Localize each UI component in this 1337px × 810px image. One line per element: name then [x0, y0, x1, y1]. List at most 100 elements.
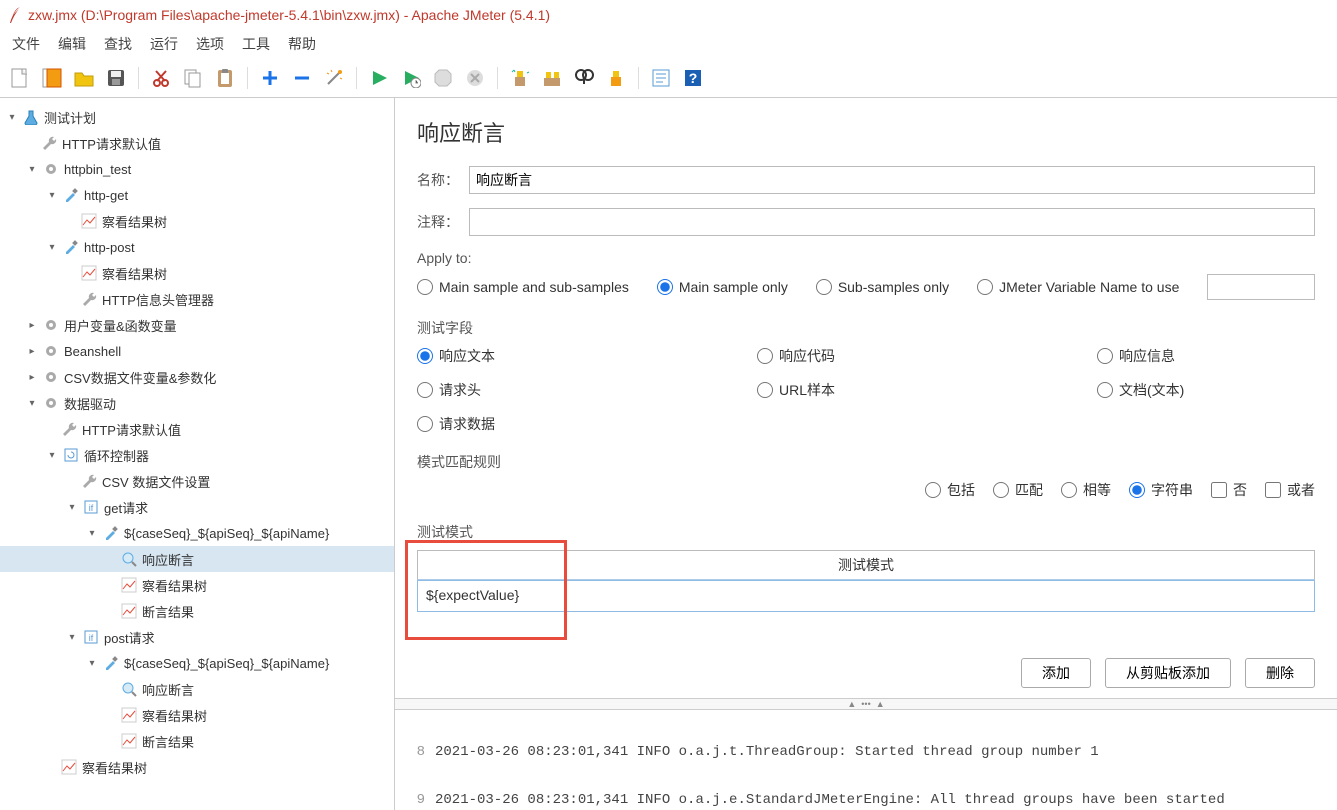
- menu-search[interactable]: 查找: [96, 30, 140, 58]
- minus-icon[interactable]: [288, 64, 316, 92]
- save-icon[interactable]: [102, 64, 130, 92]
- field-request-headers[interactable]: 请求头: [417, 380, 757, 400]
- new-icon[interactable]: [6, 64, 34, 92]
- field-document[interactable]: 文档(文本): [1097, 380, 1315, 400]
- tree-http-post[interactable]: ▾http-post: [0, 234, 394, 260]
- tree-get-request[interactable]: ▾ifget请求: [0, 494, 394, 520]
- run-notimer-icon[interactable]: [397, 64, 425, 92]
- tree-http-get[interactable]: ▾http-get: [0, 182, 394, 208]
- chevron-down-icon[interactable]: ▾: [84, 658, 100, 669]
- tree-result-tree-5[interactable]: 察看结果树: [0, 754, 394, 780]
- pattern-cell[interactable]: ${expectValue}: [417, 580, 1315, 612]
- tree-assert-results-1[interactable]: 断言结果: [0, 598, 394, 624]
- tree-csv-vars[interactable]: ▸CSV数据文件变量&参数化: [0, 364, 394, 390]
- match-matches[interactable]: 匹配: [993, 480, 1043, 500]
- tree-pane[interactable]: ▾测试计划 HTTP请求默认值 ▾httpbin_test ▾http-get …: [0, 98, 395, 810]
- menu-edit[interactable]: 编辑: [50, 30, 94, 58]
- field-url-sample[interactable]: URL样本: [757, 380, 1097, 400]
- menu-tools[interactable]: 工具: [234, 30, 278, 58]
- if-icon: if: [82, 498, 100, 516]
- match-contains[interactable]: 包括: [925, 480, 975, 500]
- field-response-code[interactable]: 响应代码: [757, 346, 1097, 366]
- help-icon[interactable]: ?: [679, 64, 707, 92]
- beaker-icon: [22, 108, 40, 126]
- chevron-down-icon[interactable]: ▾: [44, 190, 60, 201]
- shutdown-icon[interactable]: [461, 64, 489, 92]
- paste-button[interactable]: 从剪贴板添加: [1105, 658, 1231, 688]
- tree-response-assertion-2[interactable]: 响应断言: [0, 676, 394, 702]
- tree-beanshell[interactable]: ▸Beanshell: [0, 338, 394, 364]
- reset-search-icon[interactable]: [602, 64, 630, 92]
- search-icon[interactable]: [570, 64, 598, 92]
- tree-httpbin[interactable]: ▾httpbin_test: [0, 156, 394, 182]
- tree-result-tree-1[interactable]: 察看结果树: [0, 208, 394, 234]
- chart-icon: [120, 732, 138, 750]
- name-input[interactable]: [469, 166, 1315, 194]
- log-area[interactable]: 82021-03-26 08:23:01,341 INFO o.a.j.t.Th…: [395, 710, 1337, 810]
- delete-button[interactable]: 删除: [1245, 658, 1315, 688]
- chevron-down-icon[interactable]: ▾: [4, 112, 20, 123]
- tree-header-manager[interactable]: HTTP信息头管理器: [0, 286, 394, 312]
- run-icon[interactable]: [365, 64, 393, 92]
- tree-assert-results-2[interactable]: 断言结果: [0, 728, 394, 754]
- function-helper-icon[interactable]: [647, 64, 675, 92]
- chevron-right-icon[interactable]: ▸: [24, 320, 40, 331]
- match-equals[interactable]: 相等: [1061, 480, 1111, 500]
- chevron-right-icon[interactable]: ▸: [24, 346, 40, 357]
- clear-icon[interactable]: [506, 64, 534, 92]
- chevron-down-icon[interactable]: ▾: [84, 528, 100, 539]
- field-response-message[interactable]: 响应信息: [1097, 346, 1315, 366]
- match-rule-group: 包括 匹配 相等 字符串 否 或者: [417, 480, 1315, 500]
- tree-response-assertion-1[interactable]: 响应断言: [0, 546, 394, 572]
- chart-icon: [120, 576, 138, 594]
- jmeter-var-input[interactable]: [1207, 274, 1315, 300]
- tree-test-plan[interactable]: ▾测试计划: [0, 104, 394, 130]
- tree-result-tree-4[interactable]: 察看结果树: [0, 702, 394, 728]
- open-icon[interactable]: [70, 64, 98, 92]
- tree-data-driven[interactable]: ▾数据驱动: [0, 390, 394, 416]
- tree-http-defaults-1[interactable]: HTTP请求默认值: [0, 130, 394, 156]
- tree-result-tree-3[interactable]: 察看结果树: [0, 572, 394, 598]
- tree-case-get[interactable]: ▾${caseSeq}_${apiSeq}_${apiName}: [0, 520, 394, 546]
- apply-sub-only[interactable]: Sub-samples only: [816, 279, 949, 295]
- tree-uservars[interactable]: ▸用户变量&函数变量: [0, 312, 394, 338]
- plus-icon[interactable]: [256, 64, 284, 92]
- apply-jmeter-var[interactable]: JMeter Variable Name to use: [977, 279, 1179, 295]
- chevron-down-icon[interactable]: ▾: [24, 398, 40, 409]
- menu-run[interactable]: 运行: [142, 30, 186, 58]
- log-splitter[interactable]: ▲ ••• ▲: [395, 698, 1337, 710]
- clear-all-icon[interactable]: [538, 64, 566, 92]
- tree-case-post[interactable]: ▾${caseSeq}_${apiSeq}_${apiName}: [0, 650, 394, 676]
- copy-icon[interactable]: [179, 64, 207, 92]
- tree-post-request[interactable]: ▾ifpost请求: [0, 624, 394, 650]
- paste-icon[interactable]: [211, 64, 239, 92]
- chevron-right-icon[interactable]: ▸: [24, 372, 40, 383]
- match-substring[interactable]: 字符串: [1129, 480, 1193, 500]
- tree-result-tree-2[interactable]: 察看结果树: [0, 260, 394, 286]
- menu-file[interactable]: 文件: [4, 30, 48, 58]
- stop-icon[interactable]: [429, 64, 457, 92]
- cut-icon[interactable]: [147, 64, 175, 92]
- check-not[interactable]: 否: [1211, 480, 1247, 500]
- chevron-down-icon[interactable]: ▾: [24, 164, 40, 175]
- field-request-data[interactable]: 请求数据: [417, 414, 757, 434]
- tree-loop-controller[interactable]: ▾循环控制器: [0, 442, 394, 468]
- right-pane: 响应断言 名称： 注释： Apply to: Main sample and s…: [395, 98, 1337, 810]
- chevron-down-icon[interactable]: ▾: [44, 242, 60, 253]
- template-icon[interactable]: [38, 64, 66, 92]
- apply-main-and-sub[interactable]: Main sample and sub-samples: [417, 279, 629, 295]
- check-or[interactable]: 或者: [1265, 480, 1315, 500]
- comment-input[interactable]: [469, 208, 1315, 236]
- chevron-down-icon[interactable]: ▾: [44, 450, 60, 461]
- menu-options[interactable]: 选项: [188, 30, 232, 58]
- chevron-down-icon[interactable]: ▾: [64, 502, 80, 513]
- tree-csv-config[interactable]: CSV 数据文件设置: [0, 468, 394, 494]
- add-button[interactable]: 添加: [1021, 658, 1091, 688]
- apply-to-group: Main sample and sub-samples Main sample …: [417, 274, 1315, 300]
- field-response-text[interactable]: 响应文本: [417, 346, 757, 366]
- chevron-down-icon[interactable]: ▾: [64, 632, 80, 643]
- menu-help[interactable]: 帮助: [280, 30, 324, 58]
- wand-icon[interactable]: [320, 64, 348, 92]
- apply-main-only[interactable]: Main sample only: [657, 279, 788, 295]
- tree-http-defaults-2[interactable]: HTTP请求默认值: [0, 416, 394, 442]
